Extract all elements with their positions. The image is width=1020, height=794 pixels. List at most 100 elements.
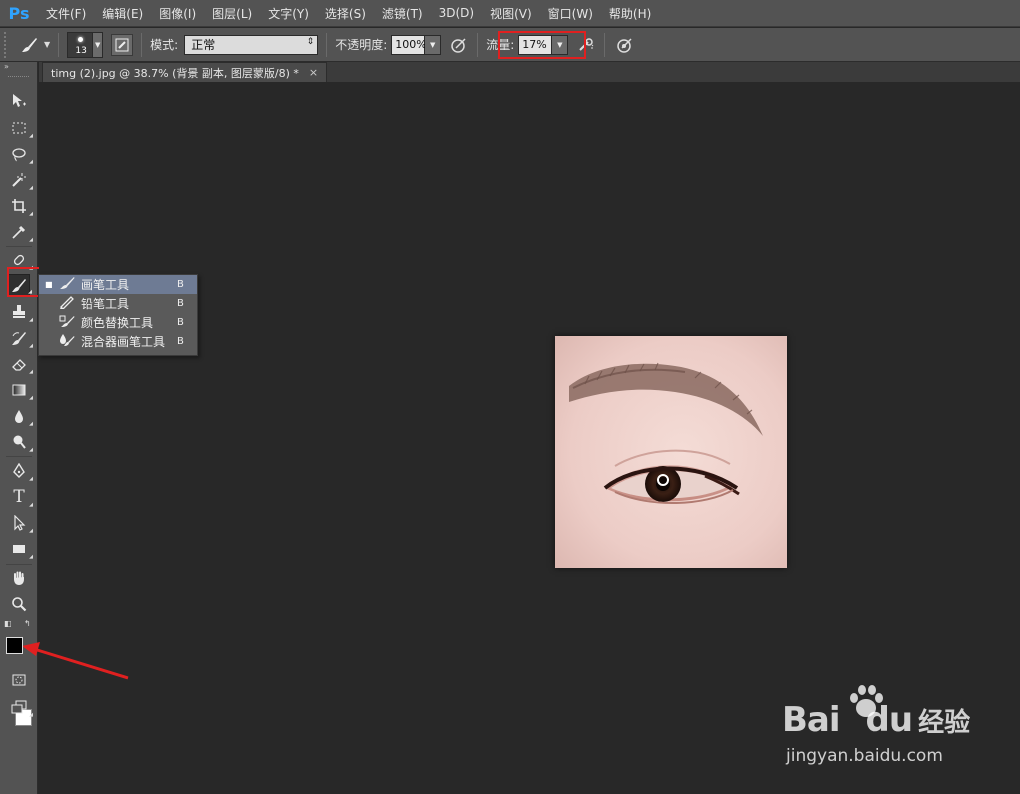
document-tab[interactable]: timg (2).jpg @ 38.7% (背景 副本, 图层蒙版/8) * ×	[42, 62, 328, 82]
type-icon: T	[13, 487, 25, 507]
flyout-item-pencil[interactable]: 铅笔工具 B	[39, 294, 197, 313]
screen-mode-button[interactable]: ◢	[8, 696, 33, 718]
pressure-opacity-icon[interactable]	[449, 35, 469, 55]
rectangle-tool[interactable]: ◢	[8, 538, 33, 560]
zoom-icon	[12, 597, 27, 612]
hand-tool[interactable]	[8, 567, 30, 589]
opacity-slider-dropdown[interactable]: ▼	[425, 34, 442, 55]
lasso-icon	[12, 148, 26, 162]
divider	[326, 32, 328, 57]
divider	[477, 32, 479, 57]
rectangle-icon	[13, 545, 25, 553]
divider	[141, 32, 143, 57]
history-brush-tool[interactable]: ◢	[8, 327, 33, 349]
screen-mode-icon	[11, 700, 27, 714]
close-icon[interactable]: ×	[309, 66, 318, 79]
magic-wand-tool[interactable]: ◢	[8, 169, 33, 191]
pressure-size-icon[interactable]	[615, 35, 635, 55]
menu-select[interactable]: 选择(S)	[317, 0, 374, 27]
opacity-input[interactable]: 100%	[391, 34, 427, 55]
foreground-color-swatch[interactable]	[6, 637, 23, 654]
watermark-url: jingyan.baidu.com	[786, 746, 943, 766]
document-image[interactable]	[555, 336, 787, 568]
drop-icon	[15, 410, 23, 423]
flyout-item-label: 颜色替换工具	[81, 316, 154, 330]
zoom-tool[interactable]	[8, 593, 30, 615]
brush-panel-toggle-button[interactable]	[111, 33, 134, 56]
menu-view[interactable]: 视图(V)	[482, 0, 540, 27]
divider	[58, 32, 60, 57]
eraser-tool[interactable]: ◢	[8, 353, 33, 375]
brush-panel-icon	[115, 38, 129, 51]
menu-3d[interactable]: 3D(D)	[431, 0, 482, 27]
magic-wand-icon	[12, 173, 26, 187]
path-select-icon	[14, 515, 26, 531]
blur-tool[interactable]: ◢	[8, 405, 33, 427]
divider	[604, 32, 606, 57]
dodge-tool[interactable]: ◢	[8, 431, 33, 453]
brush-size-value: 13	[75, 45, 87, 56]
brush-preset-dropdown[interactable]: ▼	[93, 31, 104, 58]
photoshop-logo: Ps	[8, 3, 30, 23]
lasso-tool[interactable]: ◢	[8, 143, 33, 165]
eraser-icon	[12, 359, 26, 371]
menu-image[interactable]: 图像(I)	[151, 0, 204, 27]
eye-photo-image	[555, 336, 787, 568]
rect-marquee-icon	[12, 122, 26, 134]
watermark-product: 经验	[918, 708, 971, 738]
gradient-icon	[12, 384, 26, 396]
flyout-item-brush[interactable]: ■ 画笔工具 B	[39, 275, 197, 294]
document-tabs: timg (2).jpg @ 38.7% (背景 副本, 图层蒙版/8) * ×	[39, 62, 1020, 82]
pen-tool[interactable]: ◢	[8, 460, 33, 482]
gradient-tool[interactable]: ◢	[8, 379, 33, 401]
flyout-item-color-replacement[interactable]: 颜色替换工具 B	[39, 313, 197, 332]
menu-edit[interactable]: 编辑(E)	[94, 0, 151, 27]
menu-file[interactable]: 文件(F)	[38, 0, 94, 27]
stamp-icon	[13, 305, 25, 318]
mixer-brush-icon	[57, 333, 77, 351]
flyout-item-shortcut: B	[177, 298, 184, 309]
dodge-icon	[13, 435, 26, 449]
crop-icon	[12, 199, 26, 213]
tools-grip[interactable]	[8, 76, 29, 78]
hand-icon	[14, 571, 24, 585]
default-colors-icon[interactable]: ◧	[4, 619, 12, 628]
eyedropper-icon	[12, 225, 26, 239]
options-grip[interactable]	[4, 31, 10, 58]
brush-tip-icon	[78, 36, 84, 42]
color-replacement-icon	[57, 314, 77, 332]
move-icon	[13, 94, 26, 107]
menu-help[interactable]: 帮助(H)	[601, 0, 659, 27]
menu-layer[interactable]: 图层(L)	[204, 0, 260, 27]
path-selection-tool[interactable]: ◢	[8, 512, 33, 534]
flyout-item-label: 铅笔工具	[81, 297, 130, 311]
flow-highlight-box	[498, 31, 586, 59]
menu-filter[interactable]: 滤镜(T)	[374, 0, 431, 27]
tools-panel: » ◢ ◢ ◢ ◢ ◢ ◢ ◢ ◢ ◢ ◢ ◢ ◢ ◢ ◢ T ◢ ◢ ◢ ◧ …	[0, 62, 38, 794]
menu-type[interactable]: 文字(Y)	[260, 0, 317, 27]
flyout-item-label: 混合器画笔工具	[81, 335, 166, 349]
watermark-brand-suffix: du	[865, 700, 914, 740]
selected-bullet-icon: ■	[45, 280, 53, 289]
type-tool[interactable]: T ◢	[8, 486, 33, 508]
menu-window[interactable]: 窗口(W)	[540, 0, 601, 27]
move-tool[interactable]	[8, 90, 30, 112]
watermark-brand-prefix: Bai	[782, 700, 841, 740]
pencil-icon	[57, 295, 77, 313]
tool-preset-picker[interactable]: ▼	[20, 35, 50, 55]
flyout-item-shortcut: B	[177, 279, 184, 290]
flyout-item-mixer-brush[interactable]: 混合器画笔工具 B	[39, 332, 197, 351]
annotation-arrow	[22, 642, 129, 680]
blend-mode-select[interactable]: 正常 ⇕	[184, 34, 319, 55]
menu-bar: Ps 文件(F) 编辑(E) 图像(I) 图层(L) 文字(Y) 选择(S) 滤…	[0, 0, 1020, 27]
crop-tool[interactable]: ◢	[8, 195, 33, 217]
flyout-item-shortcut: B	[177, 336, 184, 347]
flyout-item-label: 画笔工具	[81, 278, 130, 292]
mode-label: 模式:	[150, 38, 179, 52]
expand-panel-icon[interactable]: »	[0, 62, 37, 74]
brush-preset-picker[interactable]: 13	[67, 31, 94, 58]
swap-colors-icon[interactable]: ↰	[24, 619, 31, 628]
marquee-tool[interactable]: ◢	[8, 117, 33, 139]
clone-stamp-tool[interactable]: ◢	[8, 301, 33, 323]
eyedropper-tool[interactable]: ◢	[8, 221, 33, 243]
